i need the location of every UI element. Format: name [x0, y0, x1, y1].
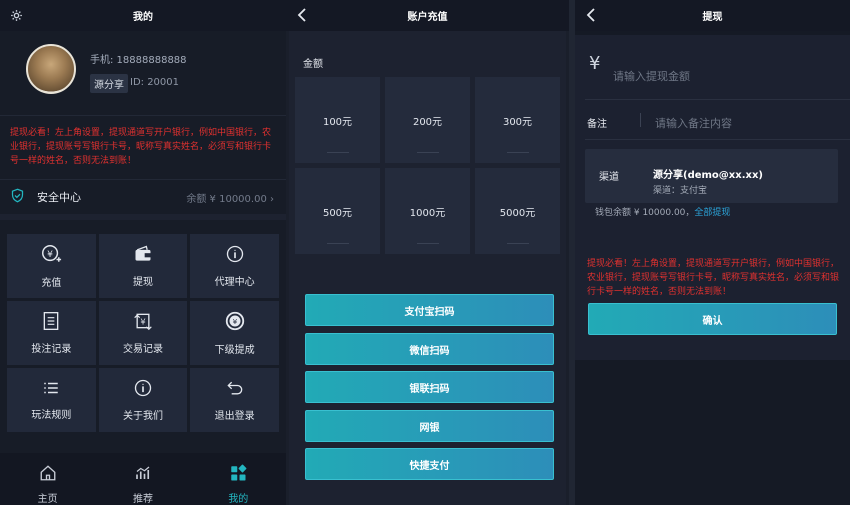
wallet-balance: 钱包余额 ¥ 10000.00，全部提现	[595, 208, 731, 218]
tab-recommend[interactable]: 推荐	[95, 453, 190, 505]
unionpay-scan-button[interactable]: 银联扫码	[305, 371, 554, 403]
menu-label: 玩法规则	[31, 410, 72, 421]
online-bank-button[interactable]: 网银	[305, 410, 554, 442]
channel-label: 渠道	[599, 172, 619, 183]
menu-about[interactable]: 关于我们	[98, 368, 188, 432]
screen: 我的 手机: 18888888888 源分享 ID: 20001 提现必看！左上…	[0, 0, 850, 505]
menu-label: 充值	[41, 278, 62, 289]
amount-option[interactable]: 500元	[295, 168, 380, 254]
menu-label: 代理中心	[214, 277, 255, 288]
gear-icon[interactable]	[8, 7, 24, 23]
divider	[640, 113, 641, 127]
page-title: 账户充值	[407, 12, 448, 23]
withdraw-topbar: 提现	[575, 0, 850, 31]
tab-label: 主页	[37, 494, 58, 505]
menu-transactions[interactable]: ¥ 交易记录	[98, 301, 188, 365]
menu-commission[interactable]: ¥ 下级提成	[190, 301, 279, 365]
shield-icon	[10, 188, 25, 207]
menu-label: 提现	[132, 277, 153, 288]
about-icon	[133, 378, 153, 402]
amount-option[interactable]: 300元	[475, 77, 560, 163]
currency-symbol: ¥	[589, 53, 601, 74]
phone-number: 手机: 18888888888	[90, 55, 187, 66]
amount-option[interactable]: 200元	[385, 77, 470, 163]
profile-panel: 我的 手机: 18888888888 源分享 ID: 20001 提现必看！左上…	[0, 0, 286, 505]
confirm-button[interactable]: 确认	[588, 303, 837, 335]
channel-type: 渠道：支付宝	[653, 186, 708, 196]
wechat-scan-button[interactable]: 微信扫码	[305, 333, 554, 365]
amount-label: 金额	[303, 59, 323, 70]
menu-withdraw[interactable]: 提现	[98, 234, 188, 298]
menu-recharge[interactable]: ¥ 充值	[7, 234, 96, 298]
tab-label: 推荐	[132, 494, 153, 505]
channel-card[interactable]: 渠道 源分享(demo@xx.xx) 渠道：支付宝	[585, 149, 838, 203]
apps-icon	[229, 464, 247, 486]
commission-icon: ¥	[224, 310, 246, 336]
logout-icon	[225, 378, 245, 402]
menu-label: 投注记录	[31, 344, 72, 355]
menu-bet-records[interactable]: 投注记录	[7, 301, 96, 365]
page-title: 我的	[133, 12, 153, 23]
withdraw-panel: 提现 ¥ 请输入提现金额 备注 请输入备注内容 渠道 源分享(demo@xx.x…	[575, 0, 850, 505]
withdraw-notice: 提现必看！左上角设置，提现通道写开户银行，例如中国银行，农业银行，提现账号写银行…	[0, 116, 286, 180]
info-icon	[225, 244, 245, 268]
note-input[interactable]: 请输入备注内容	[655, 115, 732, 131]
tab-label: 我的	[228, 494, 249, 505]
security-center-row[interactable]: 安全中心 余额 ¥ 10000.00 ›	[0, 180, 286, 220]
list-icon	[42, 379, 60, 401]
withdraw-notice: 提现必看！左上角设置，提现通道写开户银行，例如中国银行，农业银行，提现账号写银行…	[587, 259, 840, 297]
menu-label: 关于我们	[122, 411, 163, 422]
recharge-panel: 账户充值 金额 100元 200元 300元 500元 1000元 5000元 …	[286, 0, 569, 505]
wallet-icon	[133, 244, 153, 268]
document-icon	[42, 311, 60, 335]
profile-card: 手机: 18888888888 源分享 ID: 20001	[0, 31, 286, 116]
amount-options: 100元 200元 300元 500元 1000元 5000元	[295, 77, 561, 254]
menu-rules[interactable]: 玩法规则	[7, 368, 96, 432]
user-tag: 源分享	[90, 74, 128, 93]
withdraw-all-link[interactable]: 全部提现	[694, 208, 730, 218]
bottom-tabbar: 主页 推荐 我的	[0, 453, 286, 505]
note-label: 备注	[587, 119, 607, 130]
amount-option[interactable]: 100元	[295, 77, 380, 163]
menu-agent-center[interactable]: 代理中心	[190, 234, 279, 298]
back-arrow-icon[interactable]	[583, 7, 599, 23]
security-center-label: 安全中心	[37, 191, 81, 204]
svg-text:¥: ¥	[232, 317, 237, 326]
menu-logout[interactable]: 退出登录	[190, 368, 279, 432]
recharge-topbar: 账户充值	[286, 0, 569, 31]
chevron-right-icon: ›	[270, 193, 274, 205]
amount-option[interactable]: 5000元	[475, 168, 560, 254]
divider	[585, 139, 850, 140]
profile-topbar: 我的	[0, 0, 286, 31]
back-arrow-icon[interactable]	[294, 7, 310, 23]
tab-home[interactable]: 主页	[0, 453, 95, 505]
trend-icon	[134, 464, 152, 486]
menu-label: 退出登录	[214, 411, 255, 422]
tab-mine[interactable]: 我的	[191, 453, 286, 505]
menu-grid: ¥ 充值 提现 代理中心 投注记录 ¥ 交易记录 ¥ 下级提成 玩法规则 关于我…	[7, 234, 279, 432]
quick-pay-button[interactable]: 快捷支付	[305, 448, 554, 480]
menu-label: 交易记录	[122, 344, 163, 355]
page-title: 提现	[702, 12, 723, 23]
channel-name: 源分享(demo@xx.xx)	[653, 170, 763, 181]
amount-option[interactable]: 1000元	[385, 168, 470, 254]
divider	[585, 99, 850, 100]
recharge-content: 金额 100元 200元 300元 500元 1000元 5000元 支付宝扫码…	[289, 31, 566, 505]
menu-label: 下级提成	[214, 345, 255, 356]
recharge-icon: ¥	[40, 243, 62, 269]
alipay-scan-button[interactable]: 支付宝扫码	[305, 294, 554, 326]
transaction-icon: ¥	[133, 311, 153, 335]
svg-text:¥: ¥	[47, 249, 53, 260]
svg-text:¥: ¥	[140, 316, 145, 326]
user-id: ID: 20001	[130, 77, 180, 88]
balance-text: 余额 ¥ 10000.00 ›	[186, 193, 274, 205]
home-icon	[39, 464, 57, 486]
avatar[interactable]	[26, 44, 76, 94]
withdraw-form: ¥ 请输入提现金额 备注 请输入备注内容 渠道 源分享(demo@xx.xx) …	[575, 35, 850, 360]
withdraw-amount-input[interactable]: 请输入提现金额	[613, 68, 833, 84]
